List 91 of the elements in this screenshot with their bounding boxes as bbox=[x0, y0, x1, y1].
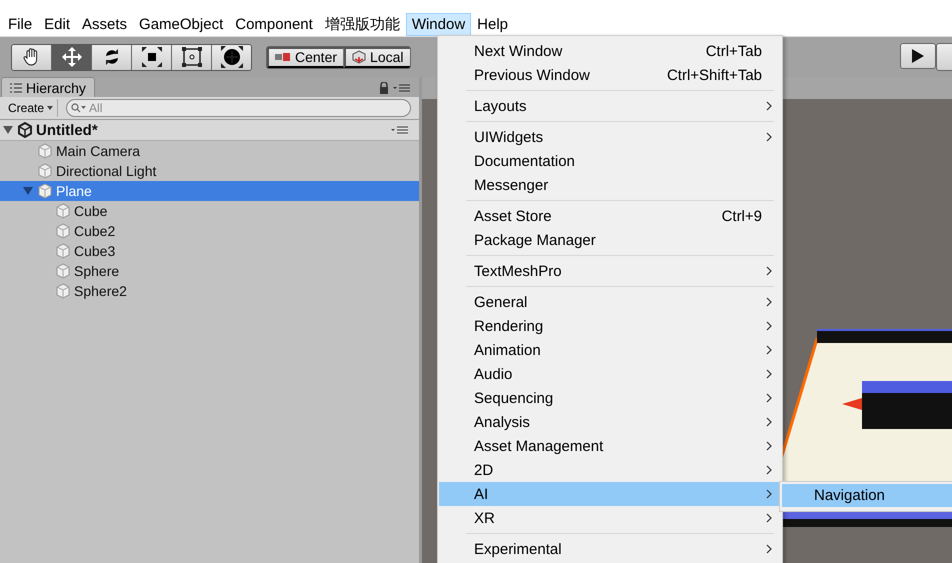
menu-item[interactable]: AI bbox=[439, 482, 782, 506]
pivot-button[interactable]: Local bbox=[344, 46, 410, 68]
chevron-right-icon bbox=[766, 393, 772, 403]
play-icon bbox=[911, 48, 925, 64]
chevron-right-icon bbox=[766, 513, 772, 523]
menu-item[interactable]: Documentation bbox=[439, 149, 782, 173]
menu-item[interactable]: Experimental bbox=[439, 537, 782, 561]
rect-tool-icon bbox=[180, 46, 202, 68]
pivot-button[interactable]: Center bbox=[267, 46, 344, 68]
menu-item[interactable]: Package Manager bbox=[439, 228, 782, 252]
chevron-right-icon bbox=[766, 441, 772, 451]
menu-bar-item[interactable]: 增强版功能 bbox=[318, 12, 406, 36]
expand-triangle-icon[interactable] bbox=[23, 186, 33, 196]
shortcut-label: Ctrl+Tab bbox=[706, 42, 763, 60]
menu-bar-item[interactable]: Edit bbox=[38, 12, 76, 36]
cube-icon bbox=[352, 50, 366, 64]
menu-item[interactable]: Asset Store Ctrl+9 bbox=[439, 204, 782, 228]
lock-icon[interactable] bbox=[379, 82, 389, 94]
hierarchy-item[interactable]: Sphere2 bbox=[0, 281, 419, 301]
hierarchy-tab[interactable]: Hierarchy bbox=[1, 77, 95, 97]
pivot-icon bbox=[275, 52, 291, 62]
unity-logo-icon bbox=[17, 122, 33, 138]
chevron-right-icon bbox=[766, 132, 772, 142]
cube-icon bbox=[37, 183, 53, 199]
menu-item[interactable]: 2D bbox=[439, 458, 782, 482]
chevron-right-icon bbox=[766, 321, 772, 331]
hierarchy-item[interactable]: Sphere bbox=[0, 261, 419, 281]
search-field[interactable]: All bbox=[66, 99, 411, 117]
chevron-right-icon bbox=[766, 417, 772, 427]
scene-row[interactable]: Untitled* bbox=[0, 120, 419, 141]
move-arrows-icon bbox=[60, 46, 82, 68]
menu-bar-item[interactable]: Assets bbox=[76, 12, 134, 36]
chevron-right-icon bbox=[766, 297, 772, 307]
menu-item[interactable]: Audio bbox=[439, 362, 782, 386]
tool-button[interactable] bbox=[52, 44, 92, 70]
tool-button[interactable] bbox=[172, 44, 212, 70]
menu-bar-item[interactable]: Component bbox=[229, 12, 319, 36]
hierarchy-item[interactable]: Cube bbox=[0, 201, 419, 221]
chevron-right-icon bbox=[766, 544, 772, 554]
scale-icon bbox=[140, 46, 162, 68]
chevron-right-icon bbox=[766, 369, 772, 379]
chevron-right-icon bbox=[766, 489, 772, 499]
menu-item[interactable]: UIWidgets bbox=[439, 125, 782, 149]
menu-bar-item[interactable]: Help bbox=[471, 12, 514, 36]
options-menu-icon[interactable] bbox=[393, 84, 411, 92]
menu-item[interactable]: Analysis bbox=[439, 410, 782, 434]
cube-icon bbox=[37, 163, 53, 179]
cube-icon bbox=[55, 223, 71, 239]
create-dropdown[interactable]: Create bbox=[4, 99, 58, 117]
cube-icon bbox=[55, 263, 71, 279]
menu-item[interactable]: Asset Management bbox=[439, 434, 782, 458]
options-menu-icon[interactable] bbox=[391, 126, 409, 134]
chevron-right-icon bbox=[766, 465, 772, 475]
hierarchy-item[interactable]: Main Camera bbox=[0, 141, 419, 161]
menu-item[interactable]: Previous Window Ctrl+Shift+Tab bbox=[439, 63, 782, 87]
list-icon bbox=[10, 82, 22, 92]
chevron-right-icon bbox=[766, 101, 772, 111]
caret-icon bbox=[47, 106, 54, 110]
menu-item[interactable]: XR bbox=[439, 506, 782, 530]
cube-icon bbox=[55, 203, 71, 219]
shortcut-label: Ctrl+9 bbox=[722, 208, 763, 224]
menu-item[interactable]: Navigation bbox=[782, 484, 952, 507]
menu-item[interactable]: Animation bbox=[439, 338, 782, 362]
chevron-right-icon bbox=[766, 266, 772, 276]
transform-icon bbox=[220, 45, 244, 69]
menu-item[interactable]: Layouts bbox=[439, 94, 782, 118]
menu-item[interactable]: TextMeshPro bbox=[439, 259, 782, 283]
hierarchy-item[interactable]: Plane bbox=[0, 181, 419, 201]
menu-item[interactable]: Rendering bbox=[439, 314, 782, 338]
expand-triangle-icon[interactable] bbox=[3, 125, 13, 135]
tool-button[interactable] bbox=[132, 44, 172, 70]
menu-item[interactable]: Next Window Ctrl+Tab bbox=[439, 39, 782, 63]
tool-button[interactable] bbox=[212, 44, 251, 70]
play-button[interactable] bbox=[900, 43, 936, 69]
menu-item[interactable]: General bbox=[439, 290, 782, 314]
chevron-right-icon bbox=[766, 345, 772, 355]
cube-icon bbox=[55, 283, 71, 299]
shortcut-label: Ctrl+Shift+Tab bbox=[666, 66, 763, 84]
hierarchy-item[interactable]: Cube3 bbox=[0, 241, 419, 261]
cube-icon bbox=[55, 243, 71, 259]
menu-item[interactable]: Sequencing bbox=[439, 386, 782, 410]
cube-icon bbox=[37, 143, 53, 159]
tool-button[interactable] bbox=[92, 44, 132, 70]
menu-bar-item[interactable]: Window bbox=[406, 12, 472, 36]
menu-bar-item[interactable]: File bbox=[2, 12, 38, 36]
tool-button[interactable] bbox=[12, 44, 52, 70]
menu-item[interactable]: Messenger bbox=[439, 173, 782, 197]
hierarchy-item[interactable]: Cube2 bbox=[0, 221, 419, 241]
menu-bar-item[interactable]: GameObject bbox=[133, 12, 230, 36]
search-icon bbox=[71, 103, 88, 113]
hierarchy-item[interactable]: Directional Light bbox=[0, 161, 419, 181]
